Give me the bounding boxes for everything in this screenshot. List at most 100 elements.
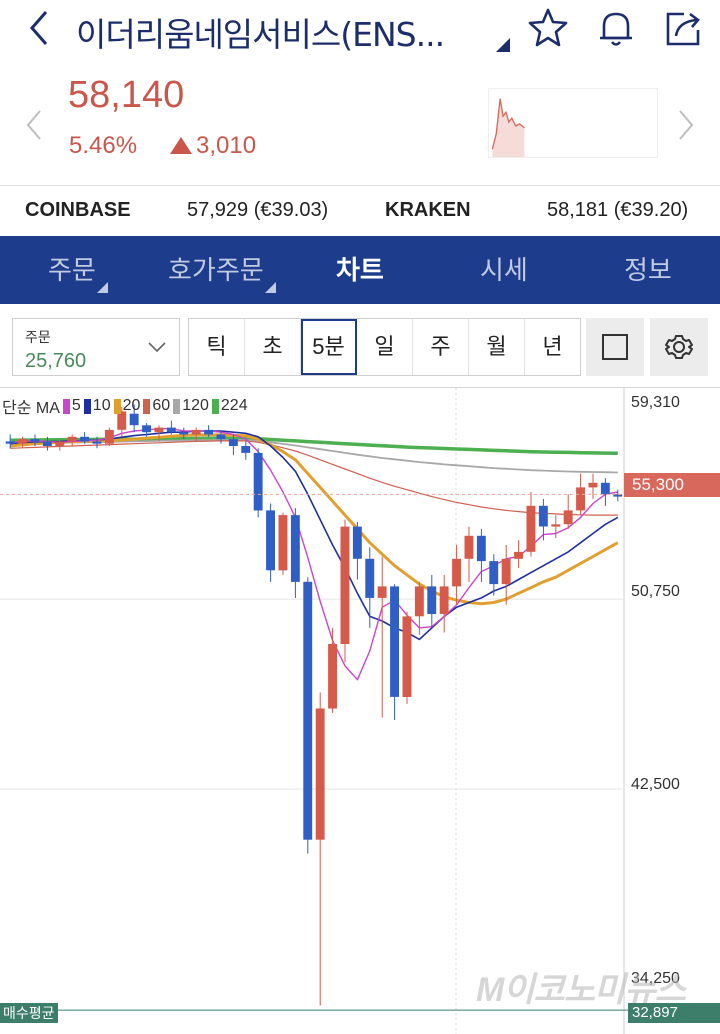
period-second-button[interactable]: 초 bbox=[245, 319, 301, 375]
y-tick-label: 59,310 bbox=[631, 394, 680, 411]
settings-button[interactable] bbox=[650, 318, 708, 376]
candle-body bbox=[166, 427, 176, 433]
top-bar: 이더리움네임서비스(ENS... bbox=[0, 0, 720, 58]
ma-swatch bbox=[143, 398, 151, 414]
candle-body bbox=[526, 505, 536, 552]
candle-body bbox=[414, 586, 424, 617]
period-day-button[interactable]: 일 bbox=[357, 319, 413, 375]
candle-body bbox=[303, 581, 313, 840]
gear-icon bbox=[665, 335, 693, 359]
avg-buy-value: 32,897 bbox=[628, 1003, 720, 1023]
ma-swatch bbox=[173, 398, 181, 414]
period-tick-button[interactable]: 틱 bbox=[189, 319, 245, 375]
candle-body bbox=[241, 446, 251, 453]
sparkline-chart[interactable] bbox=[488, 88, 658, 158]
candle-body bbox=[563, 510, 573, 525]
tab-quote-order[interactable]: 호가주문 bbox=[168, 236, 264, 304]
period-month-button[interactable]: 월 bbox=[469, 319, 525, 375]
tab-info[interactable]: 정보 bbox=[624, 236, 672, 304]
ma-legend: 단순 MA 5 10 20 60 120 224 bbox=[2, 394, 251, 418]
order-dropdown-value: 25,760 bbox=[25, 350, 87, 372]
current-price-tag: 55,300 bbox=[624, 473, 720, 497]
y-tick-label: 42,500 bbox=[631, 776, 680, 793]
candle-body bbox=[253, 452, 263, 511]
candle-body bbox=[92, 441, 102, 444]
period-week-button[interactable]: 주 bbox=[413, 319, 469, 375]
period-selector: 틱 초 5분 일 주 월 년 bbox=[188, 318, 581, 376]
candle-body bbox=[464, 535, 474, 559]
exchange-name-coinbase: COINBASE bbox=[25, 199, 131, 221]
candle-body bbox=[452, 558, 461, 587]
order-dropdown[interactable]: 주문 25,760 bbox=[12, 318, 180, 376]
ma-legend-label: 120 bbox=[182, 397, 209, 414]
tab-market[interactable]: 시세 bbox=[480, 236, 528, 304]
change-amount: 3,010 bbox=[196, 132, 257, 159]
current-price: 58,140 bbox=[68, 74, 185, 116]
chevron-left-icon[interactable] bbox=[24, 8, 54, 48]
candle-body bbox=[600, 482, 610, 495]
star-icon[interactable] bbox=[526, 6, 570, 50]
tab-chart[interactable]: 차트 bbox=[336, 236, 384, 304]
candle-body bbox=[328, 644, 337, 709]
candle-body bbox=[402, 616, 412, 697]
next-arrow-icon[interactable] bbox=[676, 108, 696, 142]
candle-body bbox=[489, 561, 499, 585]
candle-body bbox=[427, 586, 437, 614]
candle-body bbox=[501, 558, 511, 585]
bell-icon[interactable] bbox=[594, 6, 638, 50]
candle-body bbox=[439, 586, 449, 614]
ma-legend-item: 5 bbox=[62, 397, 81, 415]
ma-legend-label: 5 bbox=[71, 397, 81, 414]
page-title[interactable]: 이더리움네임서비스(ENS... bbox=[76, 8, 445, 56]
candle-body bbox=[80, 436, 89, 442]
candle-body bbox=[377, 586, 387, 598]
candle-body bbox=[154, 427, 164, 433]
candle-body bbox=[538, 505, 548, 527]
exchange-name-kraken: KRAKEN bbox=[385, 199, 471, 221]
candle-body bbox=[365, 558, 375, 598]
candle-body bbox=[216, 434, 226, 440]
exchange-value-kraken: 58,181 (€39.20) bbox=[547, 199, 689, 221]
ma-legend-prefix: 단순 MA bbox=[2, 400, 60, 417]
tab-order[interactable]: 주문 bbox=[48, 236, 96, 304]
period-5min-button[interactable]: 5분 bbox=[301, 319, 357, 375]
ma-legend-item: 120 bbox=[173, 397, 209, 415]
ma-swatch bbox=[83, 398, 91, 414]
candle-body bbox=[104, 429, 114, 444]
candle-body bbox=[514, 551, 523, 559]
ma-legend-item: 60 bbox=[143, 397, 170, 415]
candle-body bbox=[340, 526, 350, 644]
candle-body bbox=[390, 586, 399, 697]
order-dropdown-label: 주문 bbox=[25, 329, 51, 345]
share-icon[interactable] bbox=[662, 6, 706, 50]
candle-body bbox=[278, 515, 288, 571]
divider bbox=[0, 185, 720, 186]
change-percent: 5.46% bbox=[69, 132, 138, 159]
candle-body bbox=[42, 441, 52, 446]
candle-body bbox=[55, 441, 65, 446]
candle-body bbox=[290, 515, 300, 582]
candle-body bbox=[588, 482, 598, 488]
candle-body bbox=[266, 510, 275, 571]
candle-body bbox=[315, 708, 325, 840]
avg-buy-label: 매수평균 bbox=[0, 1003, 58, 1023]
prev-arrow-icon[interactable] bbox=[24, 108, 44, 142]
period-year-button[interactable]: 년 bbox=[525, 319, 580, 375]
tab-order-dropdown-icon bbox=[97, 282, 108, 293]
ma-legend-label: 60 bbox=[152, 397, 171, 414]
chevron-down-icon bbox=[148, 342, 166, 353]
ma-legend-label: 20 bbox=[122, 397, 141, 414]
title-dropdown-icon[interactable] bbox=[496, 38, 510, 52]
candle-body bbox=[142, 425, 151, 433]
ma-legend-label: 224 bbox=[220, 397, 248, 414]
candle-body bbox=[204, 429, 213, 435]
candle-body bbox=[576, 487, 585, 511]
tab-quote-order-dropdown-icon bbox=[265, 282, 276, 293]
ma-legend-item: 20 bbox=[113, 397, 141, 415]
candle-body bbox=[30, 439, 40, 442]
chart-type-button[interactable] bbox=[586, 318, 644, 376]
candle-body bbox=[67, 436, 77, 442]
y-tick-label: 50,750 bbox=[631, 583, 680, 600]
candlestick-chart[interactable] bbox=[0, 388, 720, 1034]
candle-body bbox=[191, 429, 201, 435]
